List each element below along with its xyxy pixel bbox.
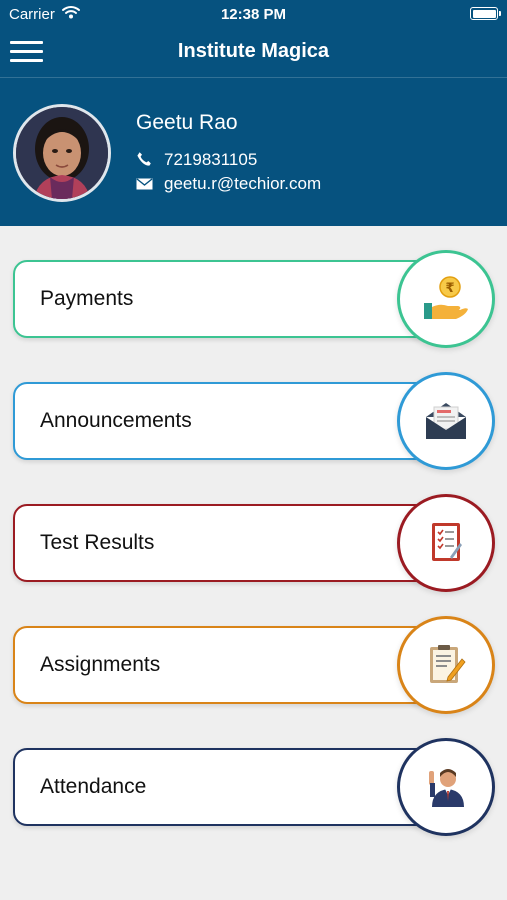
navbar: Institute Magica — [0, 28, 507, 78]
announcements-card[interactable]: Announcements — [13, 382, 433, 460]
student-raising-hand-icon[interactable] — [397, 738, 495, 836]
notepad-pencil-icon[interactable] — [397, 616, 495, 714]
avatar[interactable] — [13, 104, 111, 202]
profile-name: Geetu Rao — [136, 111, 238, 134]
test-results-label: Test Results — [40, 531, 155, 554]
rupee-payment-hand-icon[interactable]: ₹ — [397, 250, 495, 348]
payments-card[interactable]: Payments — [13, 260, 433, 338]
assignments-card[interactable]: Assignments — [13, 626, 433, 704]
test-results-card[interactable]: Test Results — [13, 504, 433, 582]
payments-label: Payments — [40, 287, 134, 310]
attendance-card[interactable]: Attendance — [13, 748, 433, 826]
assignments-label: Assignments — [40, 653, 161, 676]
envelope-letter-icon[interactable] — [397, 372, 495, 470]
announcements-label: Announcements — [40, 409, 192, 432]
svg-text:₹: ₹ — [445, 281, 454, 296]
profile-phone: 7219831105 — [164, 150, 258, 169]
profile-email: geetu.r@techior.com — [164, 174, 322, 193]
checklist-clipboard-icon[interactable] — [397, 494, 495, 592]
profile-header: Carrier 12:38 PM Institute Magica Geetu … — [0, 0, 507, 226]
status-bar: Carrier 12:38 PM — [0, 0, 507, 28]
mail-icon — [136, 177, 153, 195]
attendance-label: Attendance — [40, 775, 147, 798]
battery-icon — [470, 7, 501, 20]
clock: 12:38 PM — [220, 6, 287, 23]
app-title: Institute Magica — [177, 40, 330, 62]
phone-icon — [136, 151, 152, 172]
